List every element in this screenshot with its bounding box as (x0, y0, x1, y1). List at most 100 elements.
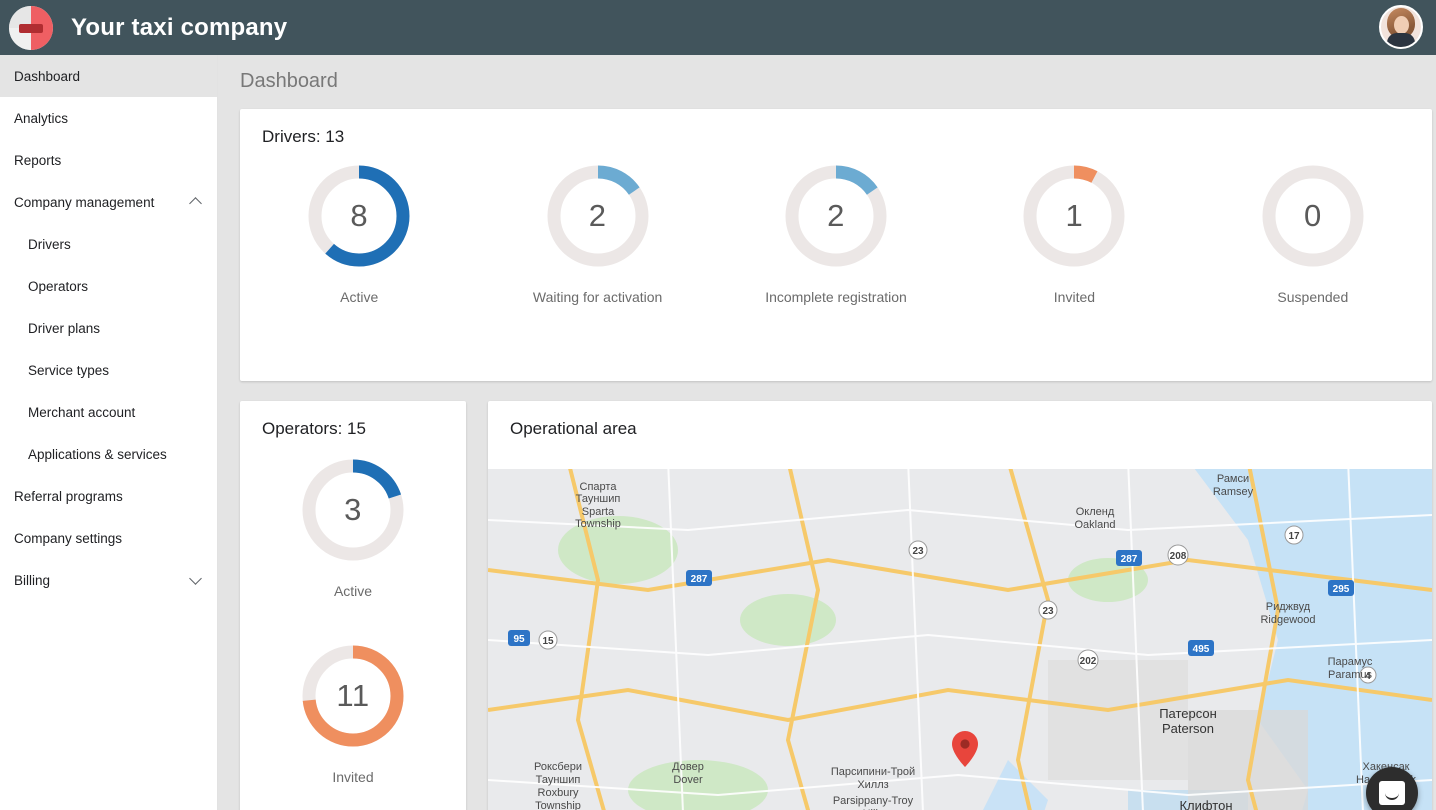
chevron-down-icon[interactable] (189, 573, 203, 587)
sidebar-item-referral-programs[interactable]: Referral programs (0, 475, 217, 517)
svg-text:Рамси: Рамси (1217, 473, 1249, 485)
operators-heading: Operators: 15 (262, 419, 366, 438)
driver-stat-incomplete-registration: 2 Incomplete registration (717, 157, 955, 305)
sidebar-item-label: Operators (28, 278, 89, 294)
main-content: Dashboard Drivers: 13 8 Active 2 Waiting fo… (218, 55, 1436, 810)
sidebar-nav: Dashboard Analytics Reports Company managem… (0, 55, 218, 810)
donut-value: 8 (350, 198, 369, 233)
svg-text:Патерсон: Патерсон (1159, 706, 1217, 721)
driver-stat-active: 8 Active (240, 157, 478, 305)
donut-chart: 2 (539, 157, 657, 275)
donut-chart: 11 (294, 637, 412, 755)
operators-card: Operators: 15 3 Active 11 Invited (240, 401, 466, 810)
operator-stat-active: 3 Active (294, 451, 412, 599)
sidebar-item-label: Billing (14, 572, 51, 588)
company-logo-icon[interactable] (9, 5, 53, 50)
svg-text:Township: Township (535, 800, 581, 810)
svg-text:Парсипини-Трой: Парсипини-Трой (831, 766, 915, 778)
sidebar-item-merchant-account[interactable]: Merchant account (0, 391, 217, 433)
svg-text:287: 287 (1121, 554, 1138, 565)
donut-chart: 0 (1254, 157, 1372, 275)
donut-label: Incomplete registration (765, 289, 907, 305)
brand-title: Your taxi company (71, 13, 288, 41)
donut-chart: 3 (294, 451, 412, 569)
sidebar-item-driver-plans[interactable]: Driver plans (0, 307, 217, 349)
donut-value: 1 (1065, 198, 1084, 233)
map-heading: Operational area (510, 419, 637, 438)
sidebar-item-drivers[interactable]: Drivers (0, 223, 217, 265)
sidebar-item-reports[interactable]: Reports (0, 139, 217, 181)
sidebar-item-label: Referral programs (14, 488, 123, 504)
svg-text:Довер: Довер (672, 761, 704, 773)
svg-text:Хиллз: Хиллз (857, 779, 888, 791)
svg-text:Роксбери: Роксбери (534, 761, 582, 773)
chat-bubble-icon[interactable] (1366, 767, 1418, 810)
top-header-bar: Your taxi company (0, 0, 1436, 55)
svg-text:Клифтон: Клифтон (1179, 798, 1232, 810)
donut-chart: 2 (777, 157, 895, 275)
svg-text:202: 202 (1080, 656, 1097, 667)
donut-label: Waiting for activation (532, 289, 663, 305)
operational-area-card: Operational area 287 95 287 295 495 23 2… (488, 401, 1432, 810)
svg-text:Спарта: Спарта (580, 481, 618, 493)
svg-text:95: 95 (513, 634, 525, 645)
driver-stat-suspended: 0 Suspended (1194, 157, 1432, 305)
donut-value: 2 (827, 198, 845, 233)
drivers-heading: Drivers: 13 (262, 127, 345, 146)
donut-label: Invited (1053, 289, 1096, 305)
sidebar-item-service-types[interactable]: Service types (0, 349, 217, 391)
operator-stat-invited: 11 Invited (294, 637, 412, 785)
sidebar-item-label: Service types (28, 362, 110, 378)
sidebar-item-company-settings[interactable]: Company settings (0, 517, 217, 559)
drivers-donut-row: 8 Active 2 Waiting for activation 2 Incomplet… (240, 157, 1432, 305)
donut-label: Invited (332, 769, 374, 785)
svg-text:23: 23 (1042, 606, 1054, 617)
svg-text:15: 15 (542, 636, 554, 647)
svg-text:Parsippany-Troy: Parsippany-Troy (833, 795, 914, 807)
svg-text:Oakland: Oakland (1075, 519, 1116, 531)
donut-label: Active (340, 289, 379, 305)
sidebar-item-applications-services[interactable]: Applications & services (0, 433, 217, 475)
donut-chart: 1 (1015, 157, 1133, 275)
svg-text:Тауншип: Тауншип (576, 493, 621, 505)
svg-text:Paramus: Paramus (1328, 669, 1373, 681)
sidebar-item-label: Driver plans (28, 320, 101, 336)
svg-text:287: 287 (691, 574, 708, 585)
svg-text:208: 208 (1170, 551, 1187, 562)
donut-value: 2 (588, 198, 607, 233)
user-avatar[interactable] (1379, 5, 1423, 49)
svg-text:Риджвуд: Риджвуд (1266, 601, 1311, 613)
sidebar-item-company-management[interactable]: Company management (0, 181, 217, 223)
svg-text:Paterson: Paterson (1162, 721, 1214, 736)
page-title: Dashboard (240, 70, 338, 92)
map-viewport[interactable]: 287 95 287 295 495 78 678 23 23 202 208 … (488, 469, 1432, 810)
svg-text:495: 495 (1193, 644, 1210, 655)
svg-text:Ridgewood: Ridgewood (1260, 614, 1315, 626)
svg-text:23: 23 (912, 546, 924, 557)
driver-stat-waiting-for-activation: 2 Waiting for activation (478, 157, 716, 305)
drivers-card: Drivers: 13 8 Active 2 Waiting for activati… (240, 109, 1432, 381)
donut-value: 0 (1303, 198, 1322, 233)
sidebar-item-label: Reports (14, 152, 62, 168)
sidebar-item-label: Merchant account (28, 404, 136, 420)
sidebar-item-dashboard[interactable]: Dashboard (0, 55, 217, 97)
map-marker-icon[interactable] (951, 731, 978, 768)
sidebar-item-label: Applications & services (28, 446, 167, 462)
sidebar-item-analytics[interactable]: Analytics (0, 97, 217, 139)
svg-text:Ramsey: Ramsey (1213, 486, 1254, 498)
svg-text:295: 295 (1333, 584, 1350, 595)
svg-text:Township: Township (575, 518, 621, 530)
sidebar-item-label: Drivers (28, 236, 71, 252)
chevron-up-icon[interactable] (189, 195, 203, 209)
donut-label: Active (333, 583, 373, 599)
svg-text:Dover: Dover (673, 774, 703, 786)
donut-label: Suspended (1277, 289, 1349, 305)
svg-text:Roxbury: Roxbury (538, 787, 579, 799)
donut-value: 11 (336, 678, 370, 713)
svg-text:Окленд: Окленд (1076, 506, 1115, 518)
sidebar-item-operators[interactable]: Operators (0, 265, 217, 307)
sidebar-item-billing[interactable]: Billing (0, 559, 217, 601)
donut-chart: 8 (300, 157, 418, 275)
sidebar-item-label: Dashboard (14, 68, 81, 84)
svg-text:Парамус: Парамус (1328, 656, 1373, 668)
